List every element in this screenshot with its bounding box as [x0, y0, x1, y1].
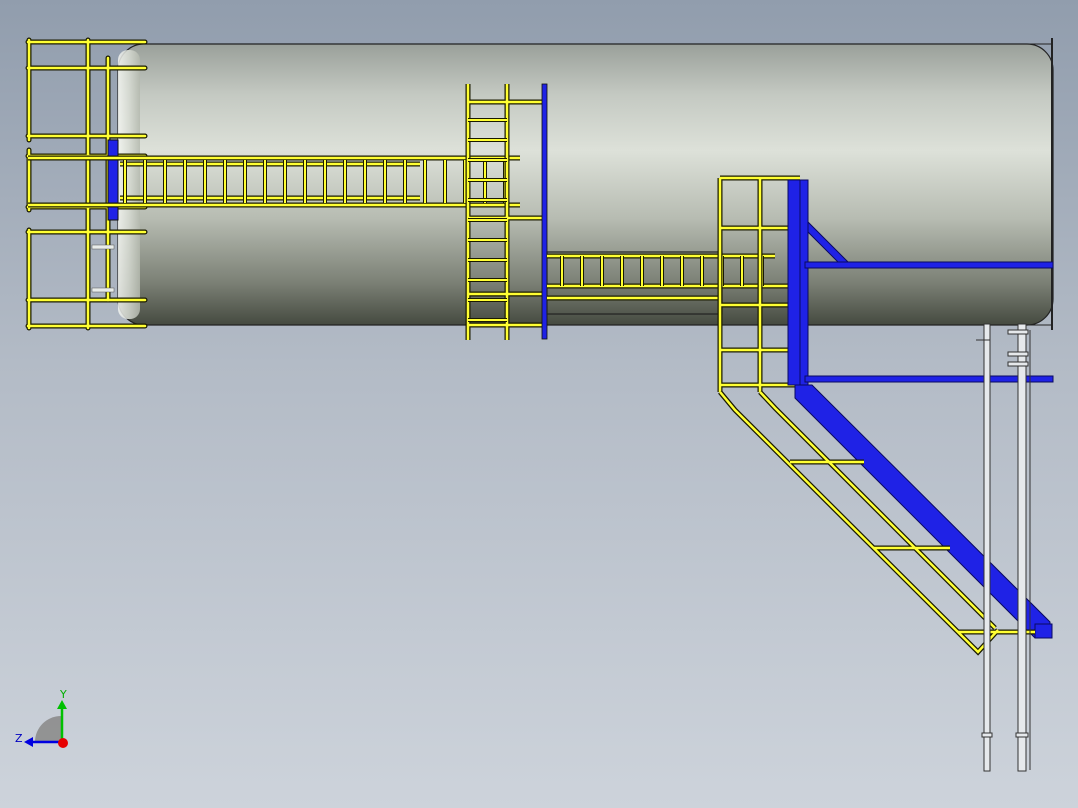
left-support-plate[interactable]: [107, 139, 119, 221]
triad-quarter-icon: [35, 716, 61, 742]
vertical-pipes[interactable]: [976, 323, 1031, 772]
x-axis-icon: [58, 738, 68, 748]
cad-viewport[interactable]: Y Z: [0, 0, 1078, 808]
middle-support-plate[interactable]: [541, 83, 548, 340]
orientation-triad: Y Z: [15, 688, 68, 748]
model-scene[interactable]: [0, 0, 1078, 808]
y-axis-label: Y: [59, 688, 67, 701]
z-axis-label: Z: [15, 732, 23, 745]
